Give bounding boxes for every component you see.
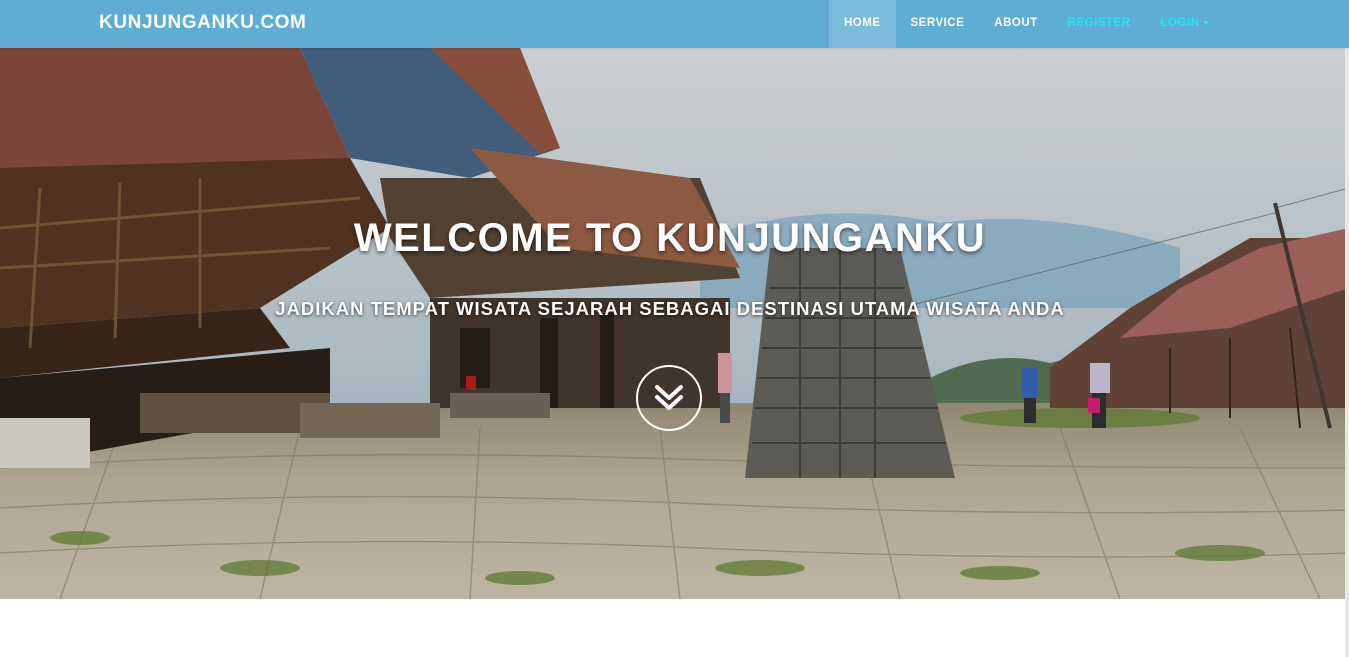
nav-login-label: LOGIN (1160, 17, 1200, 29)
page-scrollbar-track[interactable] (1345, 0, 1349, 657)
hero-background-image (0, 48, 1349, 599)
top-navbar: KUNJUNGANKU.COM HOME SERVICE ABOUT REGIS… (0, 0, 1349, 48)
nav-about[interactable]: ABOUT (979, 0, 1052, 48)
nav-service[interactable]: SERVICE (896, 0, 980, 48)
caret-down-icon (1203, 20, 1210, 25)
nav-menu: HOME SERVICE ABOUT REGISTER LOGIN (829, 0, 1224, 48)
nav-register[interactable]: REGISTER (1053, 0, 1146, 48)
nav-login-dropdown[interactable]: LOGIN (1145, 0, 1224, 48)
hero-subtitle: JADIKAN TEMPAT WISATA SEJARAH SEBAGAI DE… (275, 298, 1065, 319)
hero-section: WELCOME TO KUNJUNGANKU JADIKAN TEMPAT WI… (0, 48, 1349, 599)
scroll-down-button[interactable] (636, 365, 702, 431)
double-chevron-down-icon (655, 385, 683, 410)
nav-home[interactable]: HOME (829, 0, 896, 48)
hero-title: WELCOME TO KUNJUNGANKU (353, 216, 987, 260)
brand-logo-link[interactable]: KUNJUNGANKU.COM (99, 0, 306, 48)
